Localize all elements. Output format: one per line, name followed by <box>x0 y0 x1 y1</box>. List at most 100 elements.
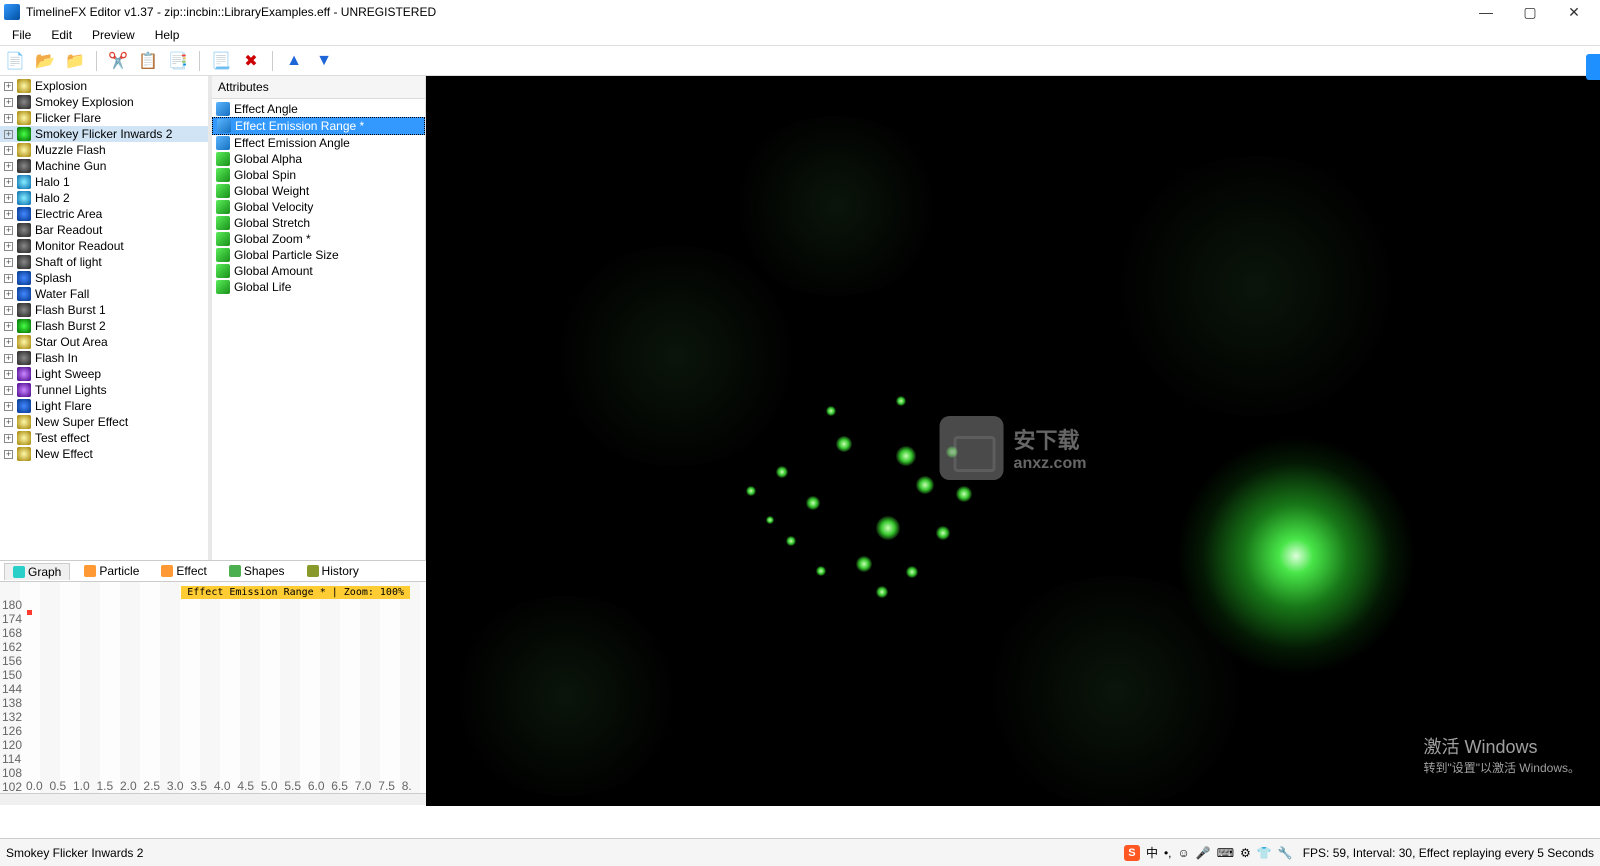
expander-icon[interactable]: + <box>4 370 13 379</box>
effect-item[interactable]: + Smokey Explosion <box>0 94 208 110</box>
attribute-item[interactable]: Global Alpha <box>212 151 425 167</box>
effect-item[interactable]: + Tunnel Lights <box>0 382 208 398</box>
cut-icon[interactable]: ✂️ <box>107 50 129 72</box>
expander-icon[interactable]: + <box>4 338 13 347</box>
effect-item[interactable]: + Flash Burst 1 <box>0 302 208 318</box>
effect-item[interactable]: + Electric Area <box>0 206 208 222</box>
paste-icon[interactable]: 📑 <box>167 50 189 72</box>
tool-icon[interactable]: 🔧 <box>1278 846 1293 860</box>
expander-icon[interactable]: + <box>4 114 13 123</box>
ime-icon-2[interactable]: •, <box>1164 846 1172 860</box>
attribute-item[interactable]: Global Amount <box>212 263 425 279</box>
expander-icon[interactable]: + <box>4 242 13 251</box>
effect-item[interactable]: + New Super Effect <box>0 414 208 430</box>
copy-icon[interactable]: 📋 <box>137 50 159 72</box>
attribute-label: Effect Angle <box>234 102 298 116</box>
effect-item[interactable]: + Smokey Flicker Inwards 2 <box>0 126 208 142</box>
down-icon[interactable]: ▼ <box>313 50 335 72</box>
expander-icon[interactable]: + <box>4 322 13 331</box>
skin-icon[interactable]: 👕 <box>1257 846 1272 860</box>
tab-effect[interactable]: Effect <box>153 563 214 579</box>
expander-icon[interactable]: + <box>4 162 13 171</box>
effect-item[interactable]: + Flicker Flare <box>0 110 208 126</box>
expander-icon[interactable]: + <box>4 434 13 443</box>
tab-particle[interactable]: Particle <box>76 563 147 579</box>
tab-shapes[interactable]: Shapes <box>221 563 293 579</box>
expander-icon[interactable]: + <box>4 386 13 395</box>
expander-icon[interactable]: + <box>4 402 13 411</box>
expander-icon[interactable]: + <box>4 146 13 155</box>
effect-item[interactable]: + Bar Readout <box>0 222 208 238</box>
ime-lang[interactable]: 中 <box>1146 844 1158 861</box>
attribute-item[interactable]: Global Life <box>212 279 425 295</box>
effect-item[interactable]: + Light Flare <box>0 398 208 414</box>
effect-item[interactable]: + Flash In <box>0 350 208 366</box>
settings-icon[interactable]: ⚙ <box>1240 846 1251 860</box>
effect-item[interactable]: + Splash <box>0 270 208 286</box>
expander-icon[interactable]: + <box>4 354 13 363</box>
preview-viewport[interactable]: 安下载 anxz.com 激活 Windows 转到"设置"以激活 Window… <box>426 76 1600 806</box>
minimize-button[interactable]: — <box>1464 0 1508 24</box>
effect-icon <box>17 431 31 445</box>
effect-item[interactable]: + Halo 1 <box>0 174 208 190</box>
menu-preview[interactable]: Preview <box>84 26 143 44</box>
effect-item[interactable]: + Water Fall <box>0 286 208 302</box>
tab-history[interactable]: History <box>299 563 367 579</box>
expander-icon[interactable]: + <box>4 290 13 299</box>
new-icon[interactable]: 📄 <box>4 50 26 72</box>
menu-file[interactable]: File <box>4 26 39 44</box>
expander-icon[interactable]: + <box>4 98 13 107</box>
tab-graph[interactable]: Graph <box>4 563 70 580</box>
keyboard-icon[interactable]: ⌨ <box>1217 846 1234 860</box>
delete-icon[interactable]: ✖ <box>240 50 262 72</box>
attribute-item[interactable]: Global Weight <box>212 183 425 199</box>
attribute-item[interactable]: Global Spin <box>212 167 425 183</box>
attribute-item[interactable]: Global Particle Size <box>212 247 425 263</box>
save-icon[interactable]: 📁 <box>64 50 86 72</box>
effect-item[interactable]: + Light Sweep <box>0 366 208 382</box>
attribute-icon <box>216 216 230 230</box>
expander-icon[interactable]: + <box>4 418 13 427</box>
effect-item[interactable]: + Halo 2 <box>0 190 208 206</box>
attribute-item[interactable]: Effect Emission Angle <box>212 135 425 151</box>
effect-item[interactable]: + Machine Gun <box>0 158 208 174</box>
effect-item[interactable]: + Shaft of light <box>0 254 208 270</box>
effect-item[interactable]: + Test effect <box>0 430 208 446</box>
maximize-button[interactable]: ▢ <box>1508 0 1552 24</box>
graph-scrollbar[interactable] <box>0 793 426 805</box>
graph-area[interactable]: Effect Emission Range * | Zoom: 100% 180… <box>0 581 426 805</box>
expander-icon[interactable]: + <box>4 226 13 235</box>
up-icon[interactable]: ▲ <box>283 50 305 72</box>
expander-icon[interactable]: + <box>4 450 13 459</box>
x-axis-ticks: 0.00.51.01.52.02.53.03.54.04.55.05.56.06… <box>26 779 412 793</box>
expander-icon[interactable]: + <box>4 130 13 139</box>
expander-icon[interactable]: + <box>4 258 13 267</box>
attribute-item[interactable]: Effect Angle <box>212 101 425 117</box>
expander-icon[interactable]: + <box>4 274 13 283</box>
effect-item[interactable]: + New Effect <box>0 446 208 462</box>
expander-icon[interactable]: + <box>4 178 13 187</box>
attribute-item[interactable]: Global Zoom * <box>212 231 425 247</box>
effect-item[interactable]: + Muzzle Flash <box>0 142 208 158</box>
effect-item[interactable]: + Star Out Area <box>0 334 208 350</box>
emoji-icon[interactable]: ☺ <box>1178 846 1190 860</box>
attribute-item[interactable]: Global Stretch <box>212 215 425 231</box>
menu-edit[interactable]: Edit <box>43 26 80 44</box>
effect-item[interactable]: + Monitor Readout <box>0 238 208 254</box>
right-sidebar-handle[interactable] <box>1586 54 1600 80</box>
mic-icon[interactable]: 🎤 <box>1196 846 1211 860</box>
attribute-item[interactable]: Global Velocity <box>212 199 425 215</box>
effect-item[interactable]: + Flash Burst 2 <box>0 318 208 334</box>
expander-icon[interactable]: + <box>4 82 13 91</box>
attribute-item[interactable]: Effect Emission Range * <box>212 117 425 135</box>
open-icon[interactable]: 📂 <box>34 50 56 72</box>
expander-icon[interactable]: + <box>4 210 13 219</box>
graph-keyframe[interactable] <box>27 610 32 615</box>
expander-icon[interactable]: + <box>4 194 13 203</box>
doc-icon[interactable]: 📃 <box>210 50 232 72</box>
effect-item[interactable]: + Explosion <box>0 78 208 94</box>
menu-help[interactable]: Help <box>147 26 188 44</box>
close-button[interactable]: ✕ <box>1552 0 1596 24</box>
ime-icon[interactable]: S <box>1124 845 1140 861</box>
expander-icon[interactable]: + <box>4 306 13 315</box>
